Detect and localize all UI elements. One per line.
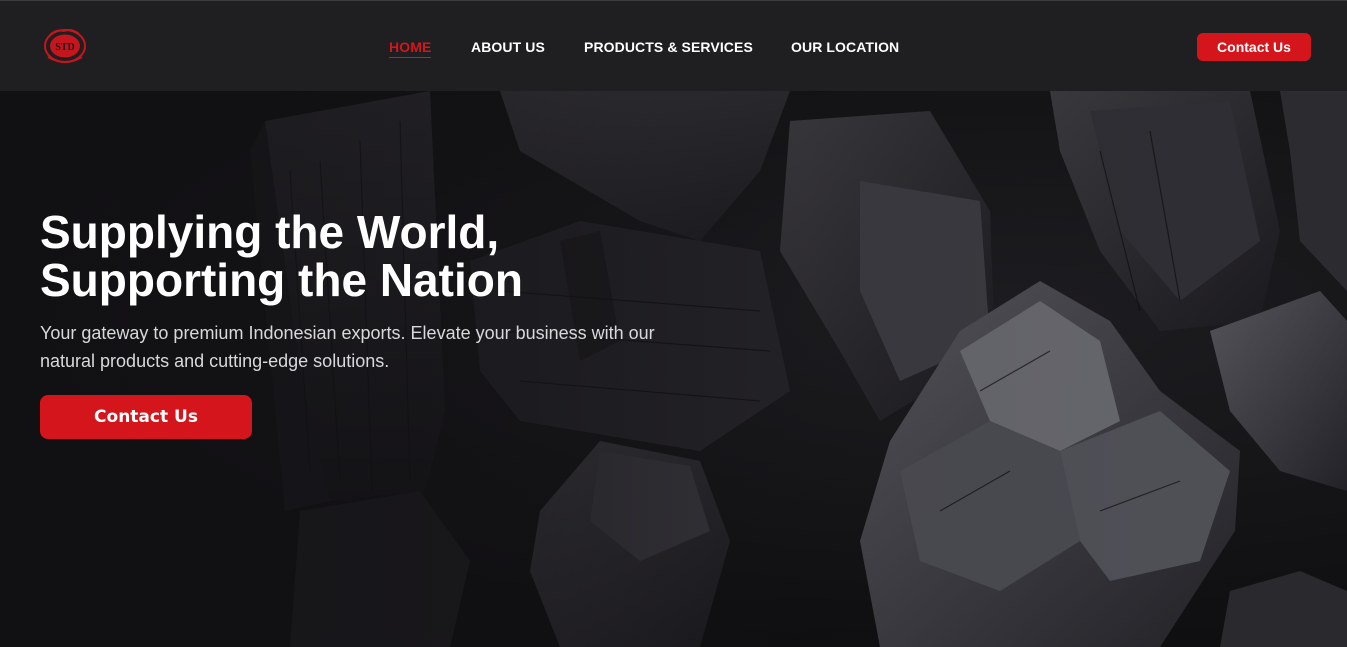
hero-subtitle: Your gateway to premium Indonesian expor… [40,323,655,371]
site-header: STD HOME ABOUT US PRODUCTS & SERVICES OU… [0,0,1347,91]
hero-contact-button[interactable]: Contact Us [40,395,252,439]
nav-item-home[interactable]: HOME [389,39,432,58]
nav-item-about-us[interactable]: ABOUT US [471,39,545,55]
page: STD HOME ABOUT US PRODUCTS & SERVICES OU… [0,0,1347,647]
header-contact-button[interactable]: Contact Us [1197,33,1311,61]
company-seal-logo-icon: STD [44,29,86,63]
nav-item-our-location[interactable]: OUR LOCATION [791,39,899,55]
hero-title-line-1: Supplying the World, [40,206,500,258]
hero-title: Supplying the World, Supporting the Nati… [40,208,680,304]
nav-item-products-services[interactable]: PRODUCTS & SERVICES [584,39,753,55]
hero-section: Supplying the World, Supporting the Nati… [0,91,1347,647]
logo-text: STD [55,42,74,53]
hero-title-line-2: Supporting the Nation [40,254,523,306]
logo[interactable]: STD [42,27,88,65]
